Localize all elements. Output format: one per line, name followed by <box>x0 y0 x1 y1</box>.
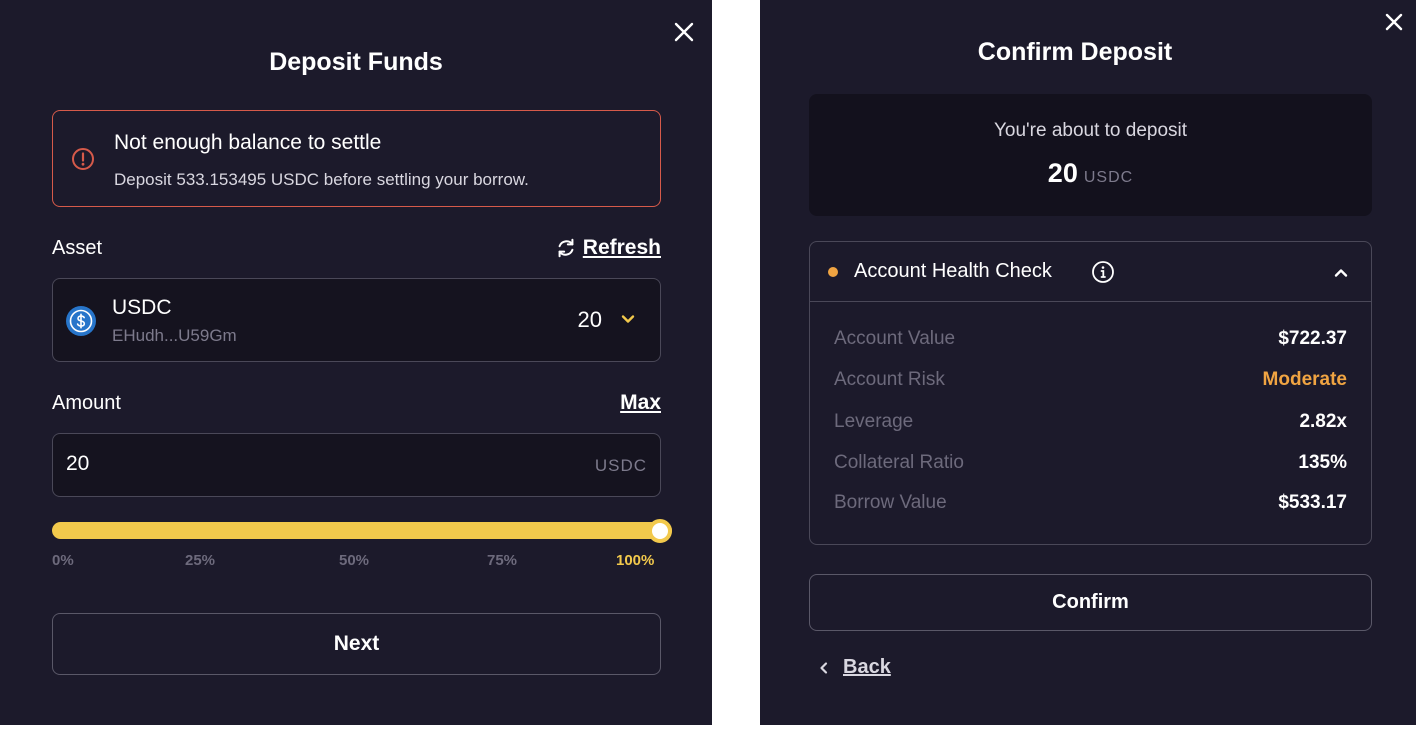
alert-title: Not enough balance to settle <box>114 131 382 154</box>
amount-unit: USDC <box>594 456 647 475</box>
chevron-down-icon[interactable] <box>620 311 636 327</box>
leverage-value: 2.82x <box>1299 411 1347 432</box>
account-value: $722.37 <box>1278 328 1347 349</box>
modal-title: Deposit Funds <box>269 48 443 76</box>
amount-input[interactable] <box>66 452 546 476</box>
back-button[interactable]: Back <box>817 656 891 679</box>
leverage-row: Leverage 2.82x <box>834 411 1347 437</box>
account-health-title: Account Health Check <box>854 260 1052 282</box>
confirm-deposit-modal: Confirm Deposit You're about to deposit … <box>760 0 1416 725</box>
summary-label: You're about to deposit <box>993 120 1188 141</box>
summary-unit: USDC <box>1083 169 1134 186</box>
alert-message: Deposit 533.153495 USDC before settling … <box>114 170 529 189</box>
info-icon[interactable] <box>1091 260 1115 284</box>
asset-address: EHudh...U59Gm <box>112 326 237 345</box>
summary-value: 20 USDC <box>809 158 1372 189</box>
modal-title: Confirm Deposit <box>977 38 1173 66</box>
leverage-label: Leverage <box>834 411 914 432</box>
collateral-ratio-label: Collateral Ratio <box>834 452 964 473</box>
account-risk-value: Moderate <box>1262 369 1347 390</box>
refresh-icon <box>558 238 574 258</box>
insufficient-balance-alert: Not enough balance to settle Deposit 533… <box>52 110 661 207</box>
slider-tick-75[interactable]: 75% <box>487 552 517 569</box>
close-icon[interactable] <box>670 18 698 46</box>
deposit-summary: You're about to deposit 20 USDC <box>809 94 1372 216</box>
asset-selector[interactable]: USDC EHudh...U59Gm 20 <box>52 278 661 362</box>
slider-tick-0[interactable]: 0% <box>52 552 74 569</box>
summary-amount: 20 <box>1047 158 1078 188</box>
borrow-value-row: Borrow Value $533.17 <box>834 492 1347 518</box>
close-icon[interactable] <box>1380 8 1408 36</box>
usdc-logo-icon <box>66 306 96 336</box>
account-risk-label: Account Risk <box>834 369 945 390</box>
asset-label: Asset <box>52 237 103 259</box>
collateral-ratio-value: 135% <box>1298 452 1347 473</box>
account-health-panel: Account Health Check Account Value $722.… <box>809 241 1372 545</box>
chevron-left-icon <box>820 661 828 674</box>
amount-slider-track[interactable] <box>52 522 672 539</box>
amount-field: USDC <box>52 433 661 497</box>
account-risk-row: Account Risk Moderate <box>834 369 1347 395</box>
asset-balance: 20 <box>577 307 602 332</box>
refresh-label: Refresh <box>582 236 661 259</box>
back-label: Back <box>843 656 891 678</box>
slider-tick-100[interactable]: 100% <box>616 552 654 569</box>
amount-label: Amount <box>52 392 121 414</box>
borrow-value: $533.17 <box>1278 492 1347 513</box>
slider-tick-25[interactable]: 25% <box>185 552 215 569</box>
chevron-up-icon[interactable] <box>1333 265 1349 281</box>
max-button[interactable]: Max <box>620 391 661 415</box>
borrow-value-label: Borrow Value <box>834 492 947 513</box>
account-health-header[interactable]: Account Health Check <box>810 242 1371 302</box>
asset-symbol: USDC <box>112 296 172 319</box>
deposit-funds-modal: Deposit Funds Not enough balance to sett… <box>0 0 712 725</box>
alert-circle-icon <box>72 148 94 170</box>
refresh-button[interactable]: Refresh <box>555 236 661 260</box>
account-value-row: Account Value $722.37 <box>834 328 1347 354</box>
next-button[interactable]: Next <box>52 613 661 675</box>
confirm-button[interactable]: Confirm <box>809 574 1372 631</box>
health-status-dot <box>828 267 838 277</box>
amount-slider-thumb[interactable] <box>648 519 672 543</box>
account-value-label: Account Value <box>834 328 956 349</box>
slider-tick-50[interactable]: 50% <box>339 552 369 569</box>
collateral-ratio-row: Collateral Ratio 135% <box>834 452 1347 478</box>
